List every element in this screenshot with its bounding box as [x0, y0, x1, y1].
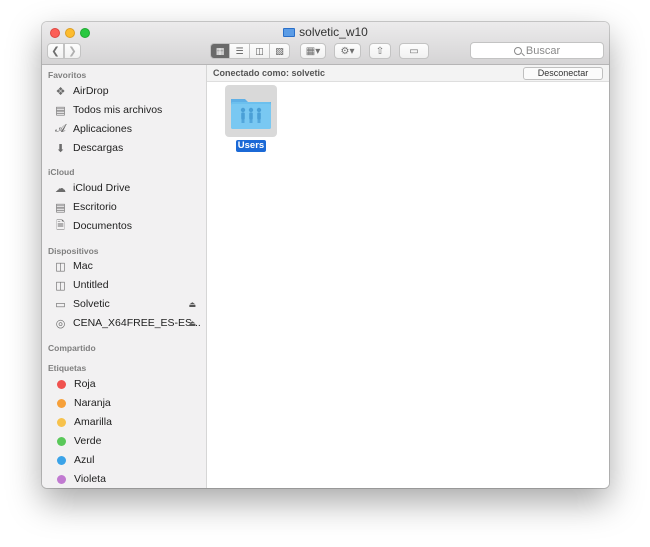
cd-icon: ◎: [55, 317, 66, 330]
sidebar-item-all-files[interactable]: ▤ Todos mis archivos: [54, 101, 162, 119]
folder-name: Users: [236, 140, 266, 152]
tag-color-dot: [57, 379, 66, 389]
tag-color-dot: [57, 398, 66, 408]
arrange-icon: ▦▾: [305, 45, 321, 57]
chevron-right-icon: ❯: [68, 45, 77, 57]
view-mode-control: ▦ ☰ ◫ ▧: [210, 43, 290, 59]
desktop-icon: ▤: [55, 201, 66, 214]
tag-color-dot: [57, 417, 66, 427]
sidebar-item-applications[interactable]: 𝓐 Aplicaciones: [54, 120, 132, 138]
sidebar-item-untitled[interactable]: ◫ Untitled: [54, 276, 108, 294]
drive-icon: ▭: [55, 298, 66, 311]
connected-as-label: Conectado como: solvetic: [213, 68, 326, 78]
view-list-button[interactable]: ☰: [230, 43, 250, 59]
grid-icon: ▦: [215, 45, 225, 56]
chevron-left-icon: ❮: [51, 45, 60, 57]
sidebar-item-icloud-drive[interactable]: ☁ iCloud Drive: [54, 179, 130, 197]
coverflow-icon: ▧: [275, 45, 284, 56]
view-icons-button[interactable]: ▦: [210, 43, 230, 59]
documents-icon: 🗎: [56, 219, 65, 232]
tag-color-dot: [57, 436, 66, 446]
section-icloud: iCloud: [48, 167, 75, 177]
sidebar-tag-roja[interactable]: Roja: [54, 375, 96, 393]
network-computer-icon: [283, 28, 296, 37]
list-icon: ☰: [235, 45, 244, 56]
users-folder-icon: [231, 99, 271, 129]
gear-icon: ⚙▾: [340, 45, 355, 57]
tag-button[interactable]: ▭: [399, 43, 429, 59]
tag-icon: ▭: [409, 45, 419, 57]
eject-icon[interactable]: ⏏: [188, 300, 196, 309]
connection-bar: Conectado como: solvetic Desconectar: [207, 65, 609, 82]
share-icon: ⇧: [375, 45, 385, 57]
back-button[interactable]: ❮: [47, 43, 64, 59]
forward-button[interactable]: ❯: [64, 43, 81, 59]
eject-icon[interactable]: ⏏: [188, 319, 196, 328]
sidebar-tag-verde[interactable]: Verde: [54, 432, 101, 450]
downloads-icon: ⬇: [55, 142, 66, 155]
tag-color-dot: [57, 474, 66, 484]
share-button[interactable]: ⇧: [369, 43, 391, 59]
sidebar-tag-violeta[interactable]: Violeta: [54, 470, 106, 488]
sidebar-item-mac[interactable]: ◫ Mac: [54, 257, 93, 275]
columns-icon: ◫: [255, 45, 264, 56]
disk-icon: ◫: [55, 279, 66, 292]
arrange-button[interactable]: ▦▾: [300, 43, 326, 59]
section-etiquetas: Etiquetas: [48, 363, 87, 373]
search-field[interactable]: Buscar: [470, 42, 604, 59]
sidebar-item-cd[interactable]: ◎ CENA_X64FREE_ES-ES...: [54, 314, 201, 332]
sidebar-item-documentos[interactable]: 🗎 Documentos: [54, 217, 132, 235]
view-columns-button[interactable]: ◫: [250, 43, 270, 59]
cloud-icon: ☁: [55, 182, 66, 195]
applications-icon: 𝓐: [55, 122, 66, 135]
section-favoritos: Favoritos: [48, 70, 87, 80]
sidebar-tag-naranja[interactable]: Naranja: [54, 394, 111, 412]
sidebar-item-solvetic[interactable]: ▭ Solvetic: [54, 295, 194, 313]
sidebar: Favoritos ❖ AirDrop ▤ Todos mis archivos 𝓐…: [42, 65, 207, 488]
window-title: solvetic_w10: [42, 25, 609, 39]
airdrop-icon: ❖: [55, 85, 66, 98]
action-button[interactable]: ⚙▾: [334, 43, 361, 59]
section-compartido: Compartido: [48, 343, 96, 353]
sidebar-tag-azul[interactable]: Azul: [54, 451, 94, 469]
finder-window: solvetic_w10 ❮ ❯ ▦ ☰ ◫ ▧ ▦▾ ⚙▾ ⇧ ▭ Busca…: [42, 22, 609, 488]
sidebar-tag-amarilla[interactable]: Amarilla: [54, 413, 112, 431]
disconnect-button[interactable]: Desconectar: [523, 67, 603, 80]
main-content: Conectado como: solvetic Desconectar Use…: [207, 65, 609, 488]
all-files-icon: ▤: [55, 104, 66, 117]
sidebar-item-airdrop[interactable]: ❖ AirDrop: [54, 82, 109, 100]
sidebar-item-downloads[interactable]: ⬇ Descargas: [54, 139, 123, 157]
search-icon: [513, 46, 522, 55]
sidebar-item-escritorio[interactable]: ▤ Escritorio: [54, 198, 116, 216]
folder-item-users[interactable]: Users: [225, 85, 277, 152]
folder-thumbnail: [225, 85, 277, 137]
disk-icon: ◫: [55, 260, 66, 273]
tag-color-dot: [57, 455, 66, 465]
view-coverflow-button[interactable]: ▧: [270, 43, 290, 59]
section-dispositivos: Dispositivos: [48, 246, 99, 256]
titlebar: solvetic_w10 ❮ ❯ ▦ ☰ ◫ ▧ ▦▾ ⚙▾ ⇧ ▭ Busca…: [42, 22, 609, 65]
